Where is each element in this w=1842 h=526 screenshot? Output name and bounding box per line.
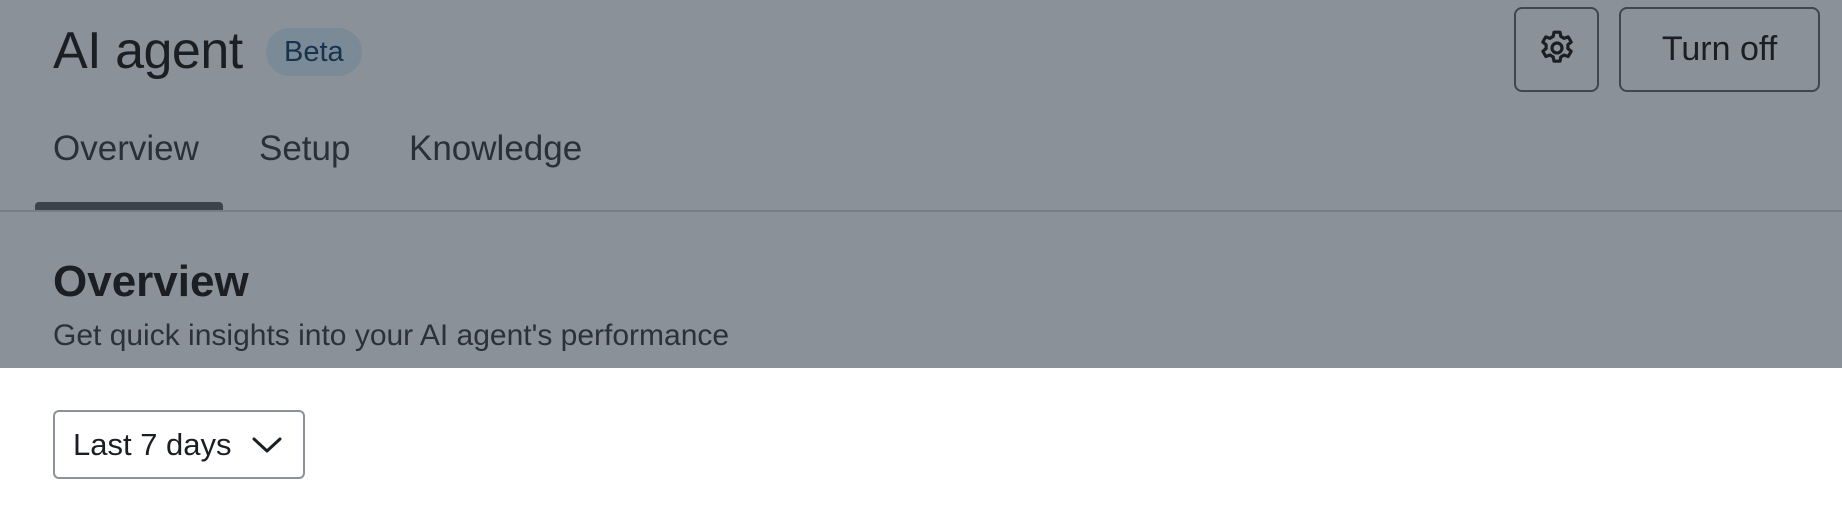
tab-divider	[0, 210, 1842, 212]
page-title: AI agent	[53, 22, 243, 80]
section-subtitle: Get quick insights into your AI agent's …	[53, 319, 730, 352]
date-range-select[interactable]: Last 7 days	[53, 410, 305, 479]
gear-icon	[1537, 28, 1577, 71]
chevron-down-icon	[251, 434, 283, 461]
section-title: Overview	[53, 257, 249, 306]
settings-button[interactable]	[1514, 7, 1599, 92]
page: AI agent Beta Turn off Overview Setup Kn…	[0, 0, 1842, 526]
date-range-value: Last 7 days	[73, 426, 232, 462]
tab-setup[interactable]: Setup	[259, 128, 350, 170]
beta-badge: Beta	[266, 28, 362, 76]
turn-off-button[interactable]: Turn off	[1619, 7, 1820, 92]
header-region: AI agent Beta Turn off Overview Setup Kn…	[0, 0, 1842, 368]
tab-bar: Overview Setup Knowledge	[0, 118, 1842, 212]
tab-overview[interactable]: Overview	[53, 128, 199, 170]
tab-knowledge[interactable]: Knowledge	[409, 128, 582, 170]
